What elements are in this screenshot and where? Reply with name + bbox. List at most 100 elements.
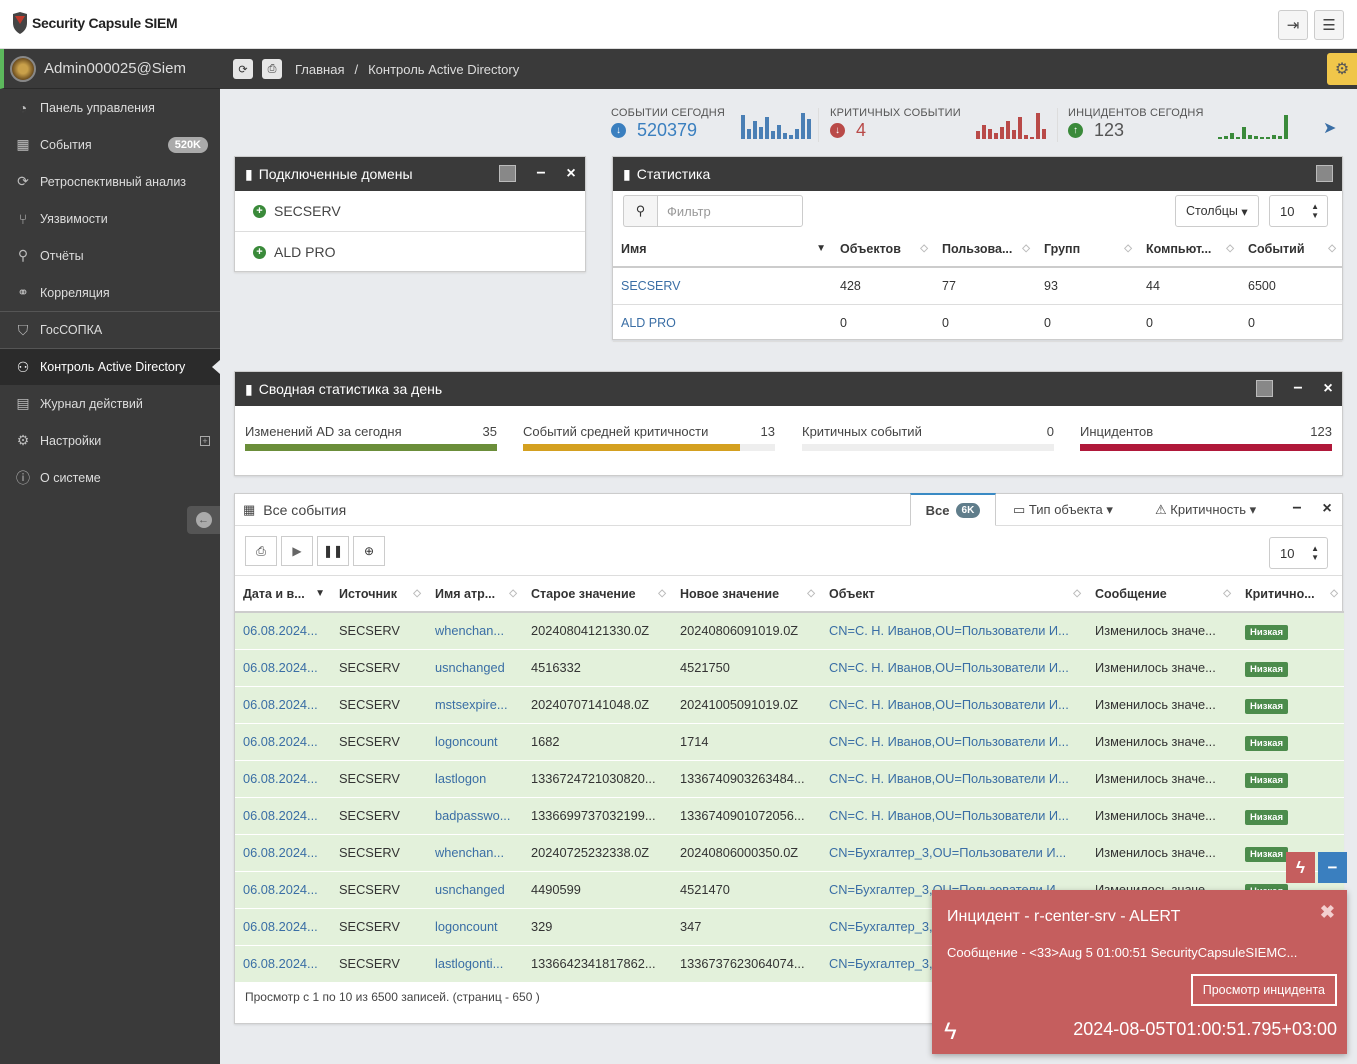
cell-link[interactable]: CN=Бухгалтер_3,OU=Пользователи И...: [821, 834, 1087, 872]
refresh-button[interactable]: ⟳: [233, 59, 253, 79]
col-header[interactable]: Источник ◇: [331, 576, 427, 613]
cell-link[interactable]: 06.08.2024...: [235, 649, 331, 687]
navigate-icon[interactable]: ➤: [1323, 118, 1336, 138]
col-header[interactable]: Критично... ◇: [1237, 576, 1344, 613]
object-type-dropdown[interactable]: ▭ Тип объекта ▾: [1013, 502, 1113, 518]
breadcrumb-home[interactable]: Главная: [295, 62, 344, 77]
zoom-button[interactable]: ⊕: [353, 536, 385, 566]
col-header[interactable]: Пользова... ◇: [934, 231, 1036, 268]
page-size-select[interactable]: 10 ▲ ▼: [1269, 537, 1328, 569]
sidebar-item-vulns[interactable]: ⑂ Уязвимости: [0, 200, 220, 237]
sidebar-item-events[interactable]: ▦ События 520K: [0, 126, 220, 163]
pause-button[interactable]: ❚❚: [317, 536, 349, 566]
col-header[interactable]: Групп ◇: [1036, 231, 1138, 268]
cell-link[interactable]: 06.08.2024...: [235, 612, 331, 650]
col-header[interactable]: Имя атр... ◇: [427, 576, 523, 613]
widget-close-button[interactable]: ×: [562, 165, 580, 183]
play-button[interactable]: ▶: [281, 536, 313, 566]
cell-link[interactable]: mstsexpire...: [427, 686, 523, 724]
cell-link[interactable]: 06.08.2024...: [235, 945, 331, 983]
cell-link[interactable]: CN=С. Н. Иванов,OU=Пользователи И...: [821, 686, 1087, 724]
page-settings-button[interactable]: ⚙: [1327, 53, 1357, 85]
table-row[interactable]: 06.08.2024... SECSERV whenchan... 202407252…: [235, 834, 1344, 872]
cell-link[interactable]: 06.08.2024...: [235, 871, 331, 909]
menu-button[interactable]: ☰: [1314, 10, 1344, 40]
sidebar-item-dashboard[interactable]: ◔ Панель управления: [0, 89, 220, 126]
domain-link[interactable]: SECSERV: [613, 267, 832, 305]
col-header[interactable]: Старое значение ◇: [523, 576, 672, 613]
alert-toggle-button[interactable]: ϟ: [1286, 852, 1315, 883]
cell-link[interactable]: 06.08.2024...: [235, 834, 331, 872]
col-header[interactable]: Сообщение ◇: [1087, 576, 1237, 613]
cell-link[interactable]: lastlogonti...: [427, 945, 523, 983]
tab-all[interactable]: Все 6K: [910, 493, 996, 526]
widget-fullscreen-button[interactable]: [1256, 380, 1273, 397]
domain-item[interactable]: + SECSERV: [235, 191, 585, 232]
cell-link[interactable]: whenchan...: [427, 612, 523, 650]
col-header[interactable]: Дата и в... ▼: [235, 576, 331, 613]
widget-close-button[interactable]: ×: [1319, 380, 1337, 398]
col-header[interactable]: Объектов ◇: [832, 231, 934, 268]
expand-icon[interactable]: +: [200, 435, 210, 446]
cell-link[interactable]: 06.08.2024...: [235, 686, 331, 724]
cell-link[interactable]: badpasswo...: [427, 797, 523, 835]
sidebar-item-settings[interactable]: ⚙ Настройки +: [0, 422, 220, 459]
cell-link[interactable]: logoncount: [427, 723, 523, 761]
cell-link[interactable]: 06.08.2024...: [235, 797, 331, 835]
table-row[interactable]: 06.08.2024... SECSERV whenchan... 202408041…: [235, 612, 1344, 650]
cell-link[interactable]: whenchan...: [427, 834, 523, 872]
cell-link[interactable]: 06.08.2024...: [235, 908, 331, 946]
cell-link[interactable]: CN=С. Н. Иванов,OU=Пользователи И...: [821, 760, 1087, 798]
page-size-select[interactable]: 10 ▲ ▼: [1269, 195, 1328, 227]
columns-dropdown[interactable]: Столбцы ▾: [1175, 195, 1259, 227]
widget-fullscreen-button[interactable]: [499, 165, 516, 182]
widget-minimize-button[interactable]: −: [532, 165, 550, 183]
alert-minimize-button[interactable]: −: [1318, 852, 1347, 883]
col-header[interactable]: Имя ▼: [613, 231, 832, 268]
criticality-dropdown[interactable]: ⚠ Критичность ▾: [1155, 502, 1256, 518]
logout-button[interactable]: ⇥: [1278, 10, 1308, 40]
sidebar-item-correlation[interactable]: ⚭ Корреляция: [0, 274, 220, 311]
domain-link[interactable]: ALD PRO: [613, 304, 832, 342]
widget-minimize-button[interactable]: −: [1289, 380, 1307, 398]
alert-close-button[interactable]: ✖: [1320, 902, 1335, 923]
cell-link[interactable]: usnchanged: [427, 871, 523, 909]
sidebar-item-about[interactable]: ⓘ О системе: [0, 459, 220, 496]
widget-minimize-button[interactable]: −: [1288, 500, 1306, 518]
table-row[interactable]: 06.08.2024... SECSERV lastlogon 13367247210…: [235, 760, 1344, 798]
cell-link[interactable]: 06.08.2024...: [235, 723, 331, 761]
table-cell: 20240725232338.0Z: [523, 834, 672, 872]
cell-link[interactable]: lastlogon: [427, 760, 523, 798]
sidebar-item-reports[interactable]: ⚲ Отчёты: [0, 237, 220, 274]
col-header[interactable]: Новое значение ◇: [672, 576, 821, 613]
cell-link[interactable]: CN=С. Н. Иванов,OU=Пользователи И...: [821, 649, 1087, 687]
sidebar-item-journal[interactable]: ▤ Журнал действий: [0, 385, 220, 422]
sidebar-item-retro[interactable]: ⟳ Ретроспективный анализ: [0, 163, 220, 200]
user-panel[interactable]: Admin000025@Siem: [0, 49, 220, 89]
col-header[interactable]: Объект ◇: [821, 576, 1087, 613]
table-row[interactable]: 06.08.2024... SECSERV usnchanged 4516332 452…: [235, 649, 1344, 687]
table-row[interactable]: 06.08.2024... SECSERV badpasswo... 13366997…: [235, 797, 1344, 835]
cell-link[interactable]: CN=С. Н. Иванов,OU=Пользователи И...: [821, 797, 1087, 835]
widget-fullscreen-button[interactable]: [1316, 165, 1333, 182]
cell-link[interactable]: CN=С. Н. Иванов,OU=Пользователи И...: [821, 612, 1087, 650]
cell-link[interactable]: CN=С. Н. Иванов,OU=Пользователи И...: [821, 723, 1087, 761]
search-button[interactable]: ⚲: [623, 195, 657, 227]
sidebar-collapse-button[interactable]: ←: [187, 506, 220, 534]
cell-link[interactable]: usnchanged: [427, 649, 523, 687]
print-button[interactable]: ⎙: [245, 536, 277, 566]
cell-link[interactable]: 06.08.2024...: [235, 760, 331, 798]
sidebar-item-ad-control[interactable]: ⚇ Контроль Active Directory: [0, 348, 220, 385]
widget-close-button[interactable]: ×: [1318, 500, 1336, 518]
col-header[interactable]: Компьют... ◇: [1138, 231, 1240, 268]
app-logo[interactable]: Security Capsule SIEM: [12, 12, 178, 34]
col-header[interactable]: Событий ◇: [1240, 231, 1342, 268]
domain-item[interactable]: + ALD PRO: [235, 232, 585, 273]
sidebar-item-gossopka[interactable]: ⛉ ГосСОПКА: [0, 311, 220, 348]
table-row[interactable]: 06.08.2024... SECSERV logoncount 1682 1714 CN…: [235, 723, 1344, 761]
filter-input[interactable]: Фильтр: [657, 195, 803, 227]
cell-link[interactable]: logoncount: [427, 908, 523, 946]
print-button[interactable]: ⎙: [262, 59, 282, 79]
table-row[interactable]: 06.08.2024... SECSERV mstsexpire... 2024070…: [235, 686, 1344, 724]
view-incident-button[interactable]: Просмотр инцидента: [1190, 974, 1337, 1006]
